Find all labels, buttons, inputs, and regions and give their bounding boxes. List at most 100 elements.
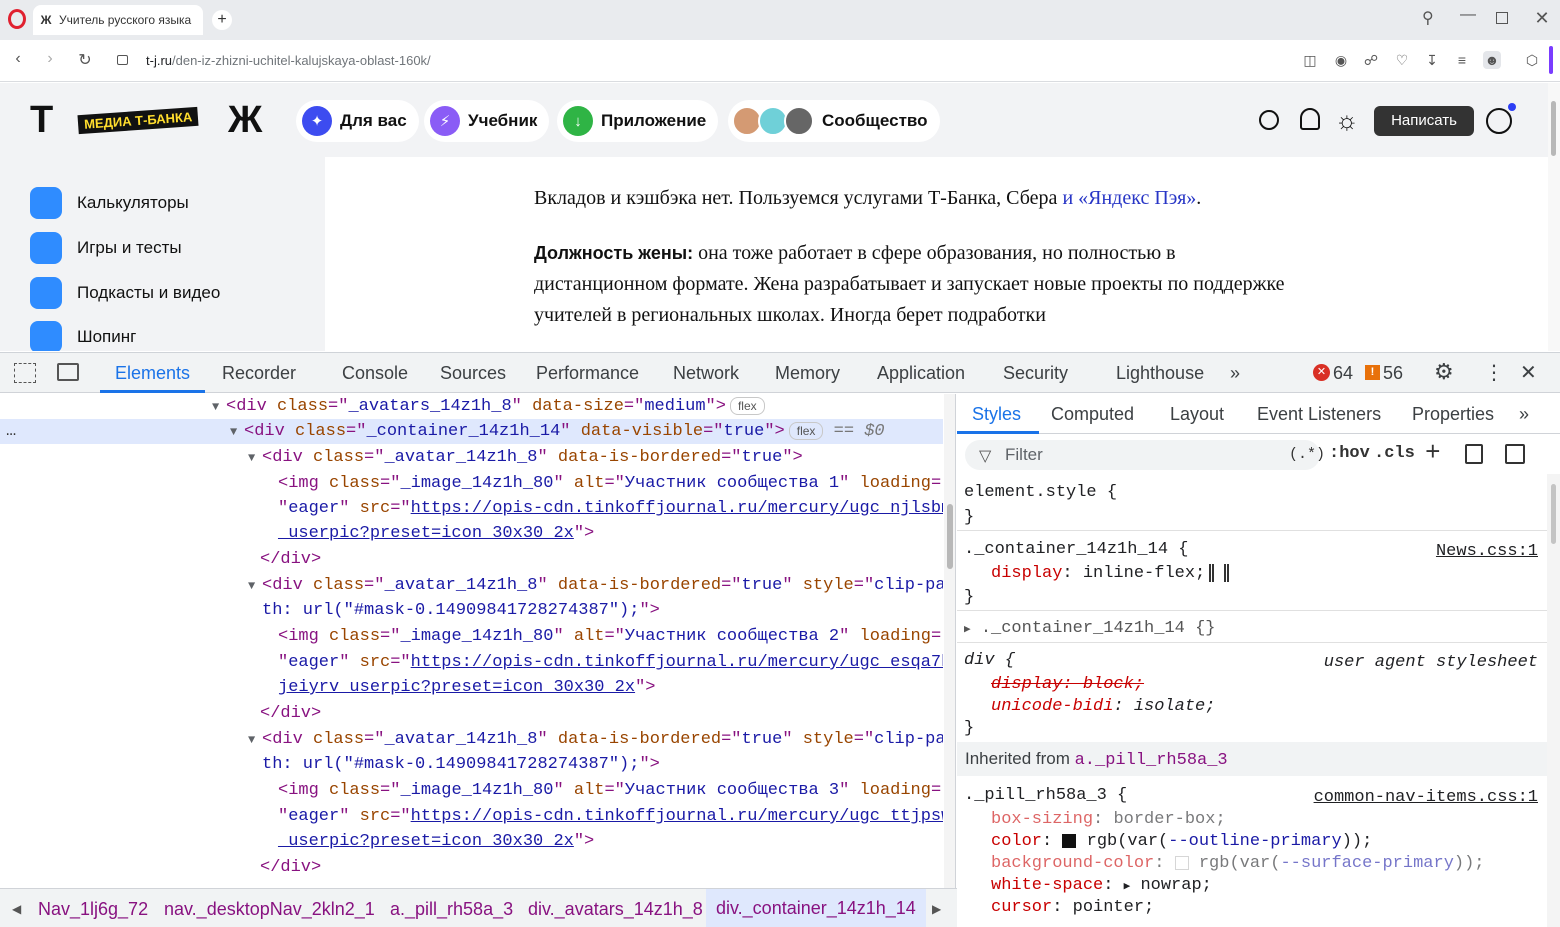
error-icon[interactable]: ✕ bbox=[1313, 364, 1330, 381]
flex-badge[interactable]: flex bbox=[788, 421, 824, 440]
flex-badge[interactable]: flex bbox=[729, 396, 765, 415]
easy-setup-icon[interactable]: ≡ bbox=[1453, 51, 1471, 69]
theme-sun-icon[interactable]: ☼ bbox=[1335, 105, 1359, 136]
device-toggle-icon[interactable] bbox=[57, 363, 79, 381]
nav-community[interactable]: Сообщество bbox=[728, 100, 940, 142]
breadcrumb-item[interactable]: nav._desktopNav_2kln2_1 bbox=[164, 899, 375, 920]
new-rule-icon[interactable]: + bbox=[1425, 438, 1441, 468]
rule-selector[interactable]: ._container_14z1h_14 { bbox=[964, 540, 1188, 559]
error-count[interactable]: 64 bbox=[1333, 363, 1353, 384]
heart-icon[interactable]: ♡ bbox=[1393, 51, 1411, 69]
regex-toggle[interactable]: (.*) bbox=[1289, 446, 1325, 463]
ua-rule-selector[interactable]: div { bbox=[964, 651, 1015, 670]
tab-security[interactable]: Security bbox=[1003, 363, 1068, 384]
kebab-menu-icon[interactable]: ⋮ bbox=[1484, 360, 1504, 385]
tab-memory[interactable]: Memory bbox=[775, 363, 840, 384]
write-button[interactable]: Написать bbox=[1374, 106, 1474, 136]
opera-logo-icon[interactable] bbox=[8, 9, 26, 29]
dom-node-selected[interactable]: … ▼ <div class="_container_14z1h_14" data-… bbox=[0, 419, 943, 444]
css-property[interactable]: cursor bbox=[991, 898, 1052, 917]
tab-computed[interactable]: Computed bbox=[1051, 404, 1134, 425]
minimize-button[interactable]: — bbox=[1458, 6, 1478, 26]
forward-button[interactable]: › bbox=[39, 50, 61, 68]
color-swatch[interactable] bbox=[1062, 833, 1077, 848]
profile-icon[interactable]: ☻ bbox=[1483, 51, 1501, 69]
dom-node[interactable]: ▼ <div class="_avatar_14z1h_8" data-is-bo… bbox=[0, 727, 943, 752]
yandex-pay-link[interactable]: и «Яндекс Пэя» bbox=[1062, 187, 1196, 209]
color-swatch[interactable] bbox=[1174, 855, 1189, 870]
settings-gear-icon[interactable]: ⚙ bbox=[1434, 359, 1454, 385]
css-property[interactable]: unicode-bidi bbox=[991, 697, 1113, 716]
breadcrumb-item[interactable]: a._pill_rh58a_3 bbox=[390, 899, 513, 920]
inspect-element-icon[interactable] bbox=[14, 363, 36, 383]
nav-for-you[interactable]: ✦ Для вас bbox=[296, 100, 419, 142]
search-icon[interactable] bbox=[1259, 110, 1279, 130]
dom-node[interactable]: "eager" src="https://opis-cdn.tinkoffjou… bbox=[0, 650, 943, 675]
tab-lighthouse[interactable]: Lighthouse bbox=[1116, 363, 1204, 384]
hov-button[interactable]: :hov bbox=[1329, 444, 1370, 463]
tab-recorder[interactable]: Recorder bbox=[222, 363, 296, 384]
rule-source-link[interactable]: News.css:1 bbox=[1436, 541, 1538, 563]
paint-roller-icon[interactable] bbox=[1465, 444, 1483, 464]
tab-sources[interactable]: Sources bbox=[440, 363, 506, 384]
collapsed-rule[interactable]: ._container_14z1h_14 {} bbox=[981, 619, 1216, 638]
url-field[interactable]: t-j.ru/den-iz-zhizni-uchitel-kalujskaya-… bbox=[146, 53, 431, 68]
camera-icon[interactable]: ◉ bbox=[1332, 51, 1350, 69]
css-property[interactable]: box-sizing bbox=[991, 810, 1093, 829]
site-logo[interactable]: Т МЕДИА Т-БАНКА Ж bbox=[30, 99, 288, 141]
more-tabs-icon[interactable]: » bbox=[1230, 363, 1240, 384]
warning-icon[interactable]: ! bbox=[1365, 365, 1380, 380]
css-property[interactable]: display bbox=[991, 564, 1062, 583]
bell-icon[interactable] bbox=[1300, 108, 1320, 130]
css-value[interactable]: inline-flex; bbox=[1083, 564, 1205, 583]
dom-node[interactable]: </div> bbox=[0, 547, 943, 572]
nav-app[interactable]: ↓ Приложение bbox=[557, 100, 719, 142]
inherited-from-link[interactable]: a._pill_rh58a_3 bbox=[1075, 751, 1228, 770]
close-window-button[interactable]: ✕ bbox=[1532, 8, 1552, 28]
dom-node[interactable]: ▼ <div class="_avatar_14z1h_8" data-is-bo… bbox=[0, 445, 943, 470]
shield-icon[interactable]: ☍ bbox=[1362, 51, 1380, 69]
new-tab-button[interactable]: + bbox=[212, 10, 232, 30]
dom-node[interactable]: _userpic?preset=icon_30x30_2x"> bbox=[0, 521, 943, 546]
close-devtools-icon[interactable]: ✕ bbox=[1520, 360, 1537, 385]
back-button[interactable]: ‹ bbox=[7, 50, 29, 68]
browser-tab[interactable]: Ж Учитель русского языка bbox=[33, 5, 203, 35]
css-value[interactable]: nowrap; bbox=[1140, 876, 1211, 895]
dom-node[interactable]: <img class="_image_14z1h_80" alt="Участн… bbox=[0, 778, 943, 803]
tab-properties[interactable]: Properties bbox=[1412, 404, 1494, 425]
reader-icon[interactable]: ◫ bbox=[1301, 51, 1319, 69]
dom-tree[interactable]: ▼ <div class="_avatars_14z1h_8" data-size… bbox=[0, 394, 943, 888]
sidebar-item-shopping[interactable]: Шопинг bbox=[30, 321, 136, 351]
search-tabs-icon[interactable]: ⚲ bbox=[1422, 8, 1442, 28]
dom-node[interactable]: jeiyrv_userpic?preset=icon_30x30_2x"> bbox=[0, 675, 943, 700]
cls-button[interactable]: .cls bbox=[1374, 444, 1415, 463]
breadcrumb-item[interactable]: div._avatars_14z1h_8 bbox=[528, 899, 703, 920]
css-variable-link[interactable]: --outline-primary bbox=[1168, 832, 1341, 851]
nav-textbook[interactable]: ⚡ Учебник bbox=[424, 100, 550, 142]
tab-styles[interactable]: Styles bbox=[972, 404, 1021, 425]
element-style-selector[interactable]: element.style { bbox=[964, 483, 1117, 502]
overridden-property[interactable]: display: block; bbox=[991, 675, 1144, 694]
css-value[interactable]: border-box; bbox=[1113, 810, 1225, 829]
toggle-sidebar-icon[interactable] bbox=[1505, 444, 1525, 464]
rule-source-link[interactable]: common-nav-items.css:1 bbox=[1314, 787, 1538, 809]
download-icon[interactable]: ↧ bbox=[1423, 51, 1441, 69]
dom-node[interactable]: ▼ <div class="_avatar_14z1h_8" data-is-bo… bbox=[0, 573, 943, 598]
tab-event-listeners[interactable]: Event Listeners bbox=[1257, 404, 1381, 425]
tab-network[interactable]: Network bbox=[673, 363, 739, 384]
dom-node[interactable]: th: url("#mask-0.14909841728274387");"> bbox=[0, 598, 943, 623]
breadcrumb-item-active[interactable]: div._container_14z1h_14 bbox=[706, 889, 926, 927]
tab-console[interactable]: Console bbox=[342, 363, 408, 384]
breadcrumb-scroll-left[interactable]: ◀ bbox=[12, 902, 21, 916]
dom-node[interactable]: </div> bbox=[0, 701, 943, 726]
tab-elements[interactable]: Elements bbox=[115, 363, 190, 384]
breadcrumb-scroll-right[interactable]: ▶ bbox=[932, 902, 941, 916]
dom-tree-scrollbar[interactable] bbox=[944, 394, 956, 888]
css-property[interactable]: white-space bbox=[991, 876, 1103, 895]
dom-node[interactable]: <img class="_image_14z1h_80" alt="Участн… bbox=[0, 624, 943, 649]
dom-node[interactable]: ▼ <div class="_avatars_14z1h_8" data-size… bbox=[0, 394, 943, 419]
sidebar-item-games[interactable]: Игры и тесты bbox=[30, 232, 182, 264]
reload-button[interactable]: ↻ bbox=[74, 50, 96, 70]
styles-filter-input[interactable]: Filter bbox=[965, 440, 1320, 470]
dom-node[interactable]: "eager" src="https://opis-cdn.tinkoffjou… bbox=[0, 496, 943, 521]
